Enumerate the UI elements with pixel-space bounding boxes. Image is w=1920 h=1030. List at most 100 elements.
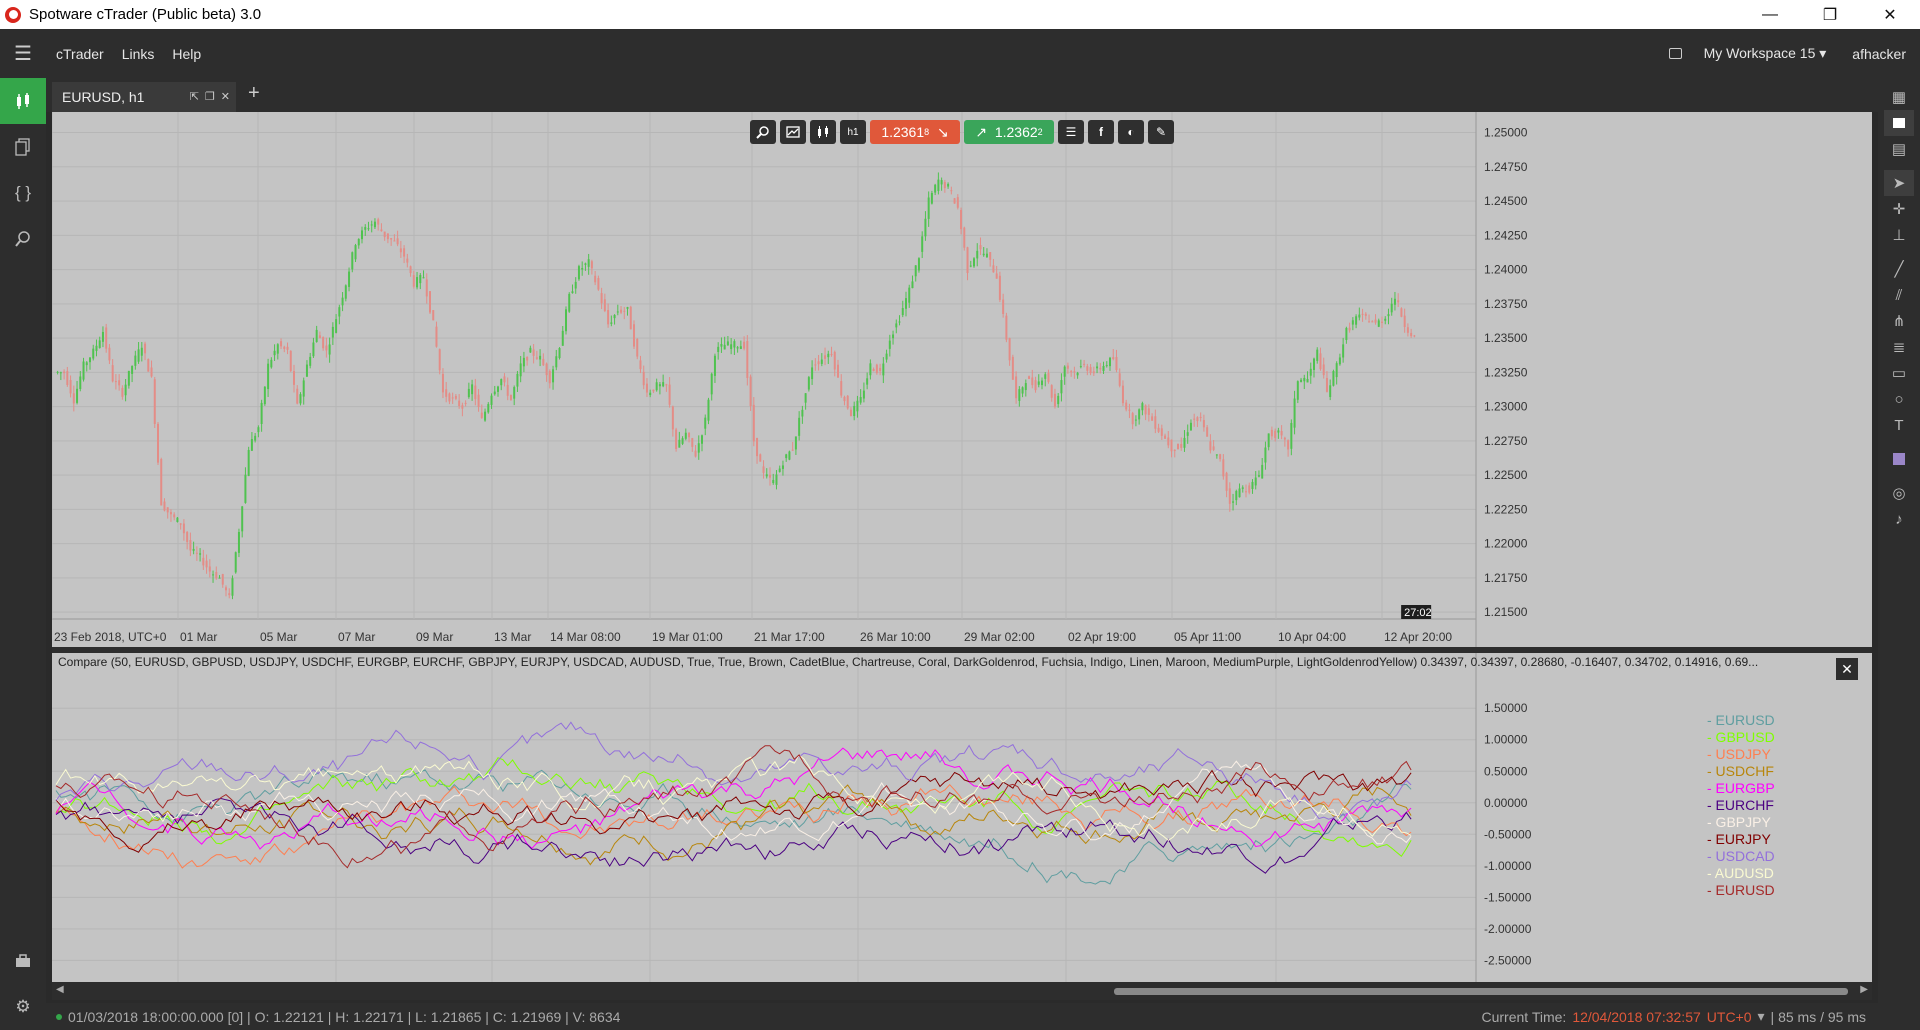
- text-tool-icon[interactable]: T: [1884, 412, 1914, 438]
- candle-body: [879, 367, 882, 372]
- close-tab-icon[interactable]: ✕: [221, 90, 230, 103]
- x-tick-label: 05 Mar: [260, 630, 297, 644]
- candle-body: [1381, 321, 1383, 323]
- candle-body: [1086, 366, 1089, 371]
- y-tick-label: 1.24250: [1484, 228, 1528, 242]
- single-chart-icon[interactable]: [1884, 110, 1914, 136]
- price-chart[interactable]: 1.25000 1.24750 1.24500 1.24250 1.24000 1.237…: [52, 112, 1872, 647]
- pitchfork-icon[interactable]: ⋔: [1884, 308, 1914, 334]
- candle-body: [186, 531, 189, 542]
- compare-series-line: [55, 784, 1412, 866]
- candle-body: [69, 380, 72, 394]
- automate-braces-icon[interactable]: { }: [0, 170, 46, 216]
- candle-body: [1177, 443, 1179, 450]
- candle-body: [1209, 441, 1212, 451]
- minimize-button[interactable]: —: [1740, 0, 1800, 29]
- color-picker-icon[interactable]: [1884, 446, 1914, 472]
- camera-icon[interactable]: ◎: [1884, 480, 1914, 506]
- trade-candles-icon[interactable]: [0, 78, 46, 124]
- y-tick-label: 1.23250: [1484, 365, 1528, 379]
- duplicate-tab-icon[interactable]: ❐: [205, 90, 215, 103]
- alert-bell-icon[interactable]: ♪: [1884, 506, 1914, 532]
- cursor-pointer-icon[interactable]: ➤: [1884, 170, 1914, 196]
- candle-body: [642, 371, 645, 386]
- timezone-dropdown-icon[interactable]: ▾: [1758, 1008, 1765, 1025]
- candle-body: [995, 273, 998, 279]
- close-window-button[interactable]: ✕: [1860, 0, 1920, 29]
- chart-type-candles-icon[interactable]: [810, 120, 836, 144]
- rectangle-tool-icon[interactable]: ▭: [1884, 360, 1914, 386]
- indicators-list-icon[interactable]: ☰: [1058, 120, 1084, 144]
- sentiment-icon[interactable]: ◐: [1118, 120, 1144, 144]
- candle-body: [412, 275, 415, 287]
- candle-body: [1099, 367, 1102, 370]
- scroll-left-icon[interactable]: ◀: [56, 984, 64, 995]
- chart-settings-icon[interactable]: [780, 120, 806, 144]
- candle-body: [461, 405, 464, 409]
- candle-body: [263, 386, 266, 405]
- settings-gear-icon[interactable]: ⚙: [0, 984, 46, 1030]
- scroll-right-icon[interactable]: ▶: [1860, 984, 1868, 995]
- candle-body: [59, 372, 62, 374]
- candle-body: [1332, 371, 1335, 386]
- zoom-icon[interactable]: [750, 120, 776, 144]
- drawing-tools-icon[interactable]: ✎: [1148, 120, 1174, 144]
- candle-body: [885, 353, 888, 360]
- add-tab-button[interactable]: +: [248, 82, 260, 105]
- candle-body: [1387, 314, 1390, 317]
- analyze-search-icon[interactable]: [0, 216, 46, 262]
- candle-body: [390, 238, 393, 240]
- candle-body: [1245, 491, 1247, 493]
- sell-button[interactable]: 1.2361 8 ↘: [870, 120, 960, 144]
- candle-body: [451, 397, 454, 399]
- candle-body: [474, 385, 477, 400]
- crosshair-icon[interactable]: ✛: [1884, 196, 1914, 222]
- user-account[interactable]: afhacker: [1852, 46, 1906, 62]
- restore-button[interactable]: ❐: [1800, 0, 1860, 29]
- candle-body: [257, 427, 260, 433]
- ellipse-tool-icon[interactable]: ○: [1884, 386, 1914, 412]
- timeframe-button[interactable]: h1: [840, 120, 866, 144]
- candle-body: [513, 387, 516, 399]
- candle-body: [869, 363, 872, 376]
- candle-body: [914, 265, 917, 277]
- chart-container[interactable]: 1.25000 1.24750 1.24500 1.24250 1.24000 1.237…: [52, 112, 1872, 1000]
- layout-grid-icon[interactable]: ▦: [1884, 84, 1914, 110]
- buy-button[interactable]: ↗ 1.2362 2: [964, 120, 1054, 144]
- candle-body: [396, 238, 399, 245]
- candle-body: [1144, 405, 1147, 415]
- copy-icon[interactable]: [0, 124, 46, 170]
- candle-body: [464, 402, 467, 404]
- candle-body: [1228, 488, 1231, 504]
- y-tick-label: 1.24000: [1484, 263, 1528, 277]
- timezone-selector[interactable]: UTC+0: [1707, 1009, 1752, 1025]
- detach-tab-icon[interactable]: ⇱: [190, 90, 199, 103]
- menu-item-help[interactable]: Help: [172, 46, 201, 62]
- trend-line-icon[interactable]: ╱: [1884, 256, 1914, 282]
- horizontal-scrollbar[interactable]: ◀ ▶: [52, 982, 1872, 1000]
- candle-body: [678, 439, 681, 448]
- compare-indicator-panel[interactable]: 1.50000 1.00000 0.50000 0.00000 -0.50000 -1.0…: [52, 653, 1872, 982]
- fibonacci-icon[interactable]: ≣: [1884, 334, 1914, 360]
- tab-eurusd-h1[interactable]: EURUSD, h1 ⇱ ❐ ✕: [52, 82, 236, 112]
- detach-window-icon[interactable]: [1668, 48, 1682, 59]
- candle-body: [1060, 380, 1063, 394]
- fan-tool-icon[interactable]: ⫽: [1884, 282, 1914, 308]
- candle-body: [1306, 378, 1309, 383]
- candle-body: [752, 404, 755, 442]
- y-tick-label: -2.00000: [1484, 922, 1532, 936]
- candle-body: [982, 253, 985, 256]
- close-indicator-icon[interactable]: ✕: [1836, 658, 1858, 680]
- left-sidebar: { } ⚙: [0, 78, 46, 1030]
- split-layout-icon[interactable]: ▤: [1884, 136, 1914, 162]
- briefcase-icon[interactable]: [0, 938, 46, 984]
- menu-item-ctrader[interactable]: cTrader: [56, 46, 104, 62]
- hamburger-menu-icon[interactable]: ☰: [0, 29, 46, 78]
- workspace-selector[interactable]: My Workspace 15 ▾: [1704, 45, 1827, 62]
- candle-body: [1251, 481, 1254, 489]
- menu-item-links[interactable]: Links: [122, 46, 155, 62]
- facebook-icon[interactable]: f: [1088, 120, 1114, 144]
- candle-body: [827, 353, 830, 358]
- measure-icon[interactable]: ⊥: [1884, 222, 1914, 248]
- scroll-thumb[interactable]: [1114, 988, 1848, 995]
